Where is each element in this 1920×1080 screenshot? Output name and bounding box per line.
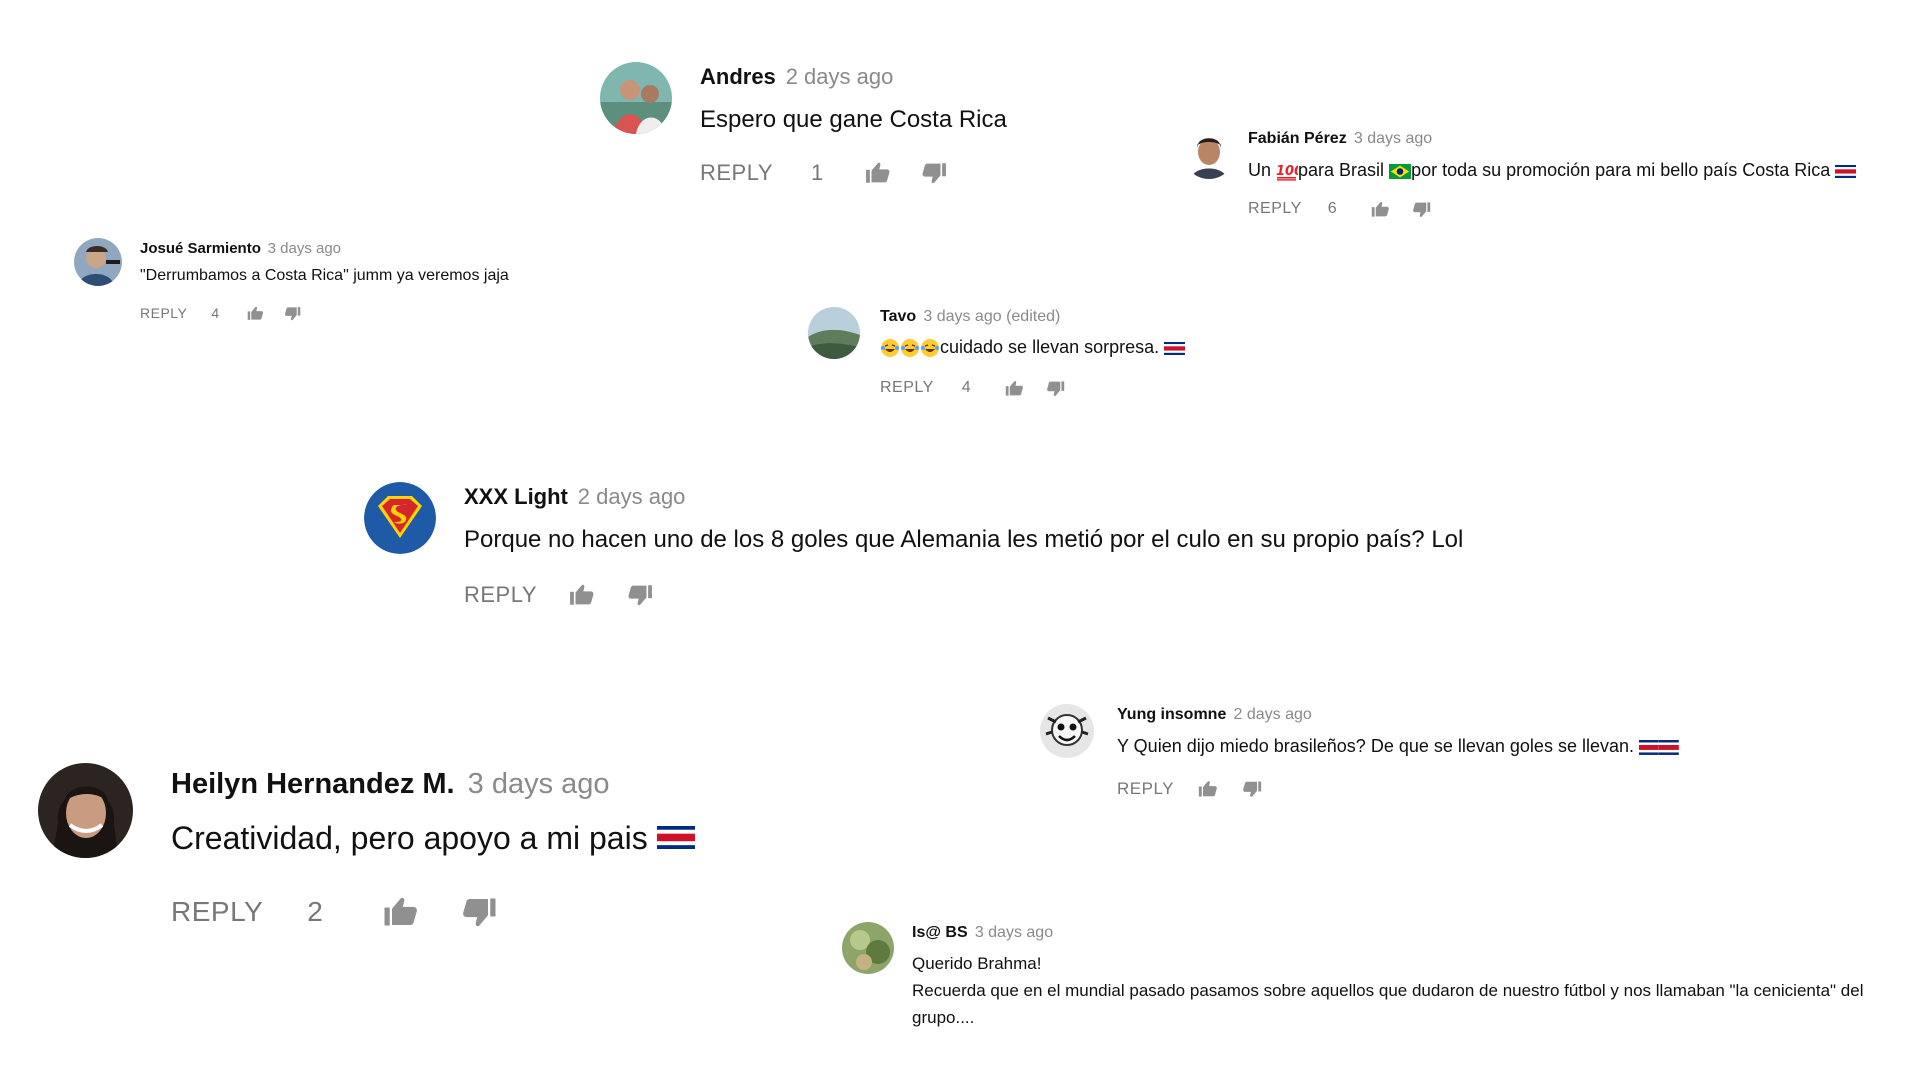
comment-text-part: Creatividad, pero apoyo a mi pais bbox=[171, 820, 657, 856]
reply-button[interactable]: REPLY bbox=[1117, 779, 1174, 799]
avatar[interactable] bbox=[842, 922, 894, 974]
thumbs-up-icon[interactable] bbox=[383, 894, 419, 930]
timestamp[interactable]: 3 days ago bbox=[975, 924, 1053, 941]
costa-rica-flag-icon bbox=[1835, 164, 1857, 178]
thumbs-down-icon[interactable] bbox=[1242, 779, 1262, 799]
comment-text: Y Quien dijo miedo brasileños? De que se… bbox=[1117, 736, 1679, 757]
reply-button[interactable]: REPLY bbox=[140, 305, 187, 321]
hundred-points-icon: 100 bbox=[1276, 161, 1298, 181]
comment-actions: REPLY 4 bbox=[880, 377, 1065, 399]
author-name-text[interactable]: Fabián Pérez bbox=[1248, 130, 1347, 147]
timestamp[interactable]: 2 days ago bbox=[786, 64, 894, 89]
laughing-tears-icon bbox=[880, 338, 940, 358]
comment-text-line-2: Recuerda que en el mundial pasado pasamo… bbox=[912, 981, 1864, 1028]
avatar[interactable] bbox=[808, 307, 860, 359]
timestamp[interactable]: 2 days ago bbox=[578, 484, 686, 509]
comment-text-line-1: Querido Brahma! bbox=[912, 954, 1042, 973]
comment-text: Espero que gane Costa Rica bbox=[700, 106, 1007, 133]
like-count: 6 bbox=[1327, 200, 1337, 217]
thumbs-down-icon[interactable] bbox=[1412, 200, 1431, 219]
thumbs-up-icon[interactable] bbox=[865, 160, 891, 186]
comment-text-part: por toda su promoción para mi bello país… bbox=[1411, 160, 1836, 180]
reply-button[interactable]: REPLY bbox=[464, 582, 537, 608]
comment-text-part: para Brasil bbox=[1298, 160, 1390, 180]
comment-text-part: Y Quien dijo miedo brasileños? De que se… bbox=[1117, 736, 1639, 756]
author-name[interactable]: Josué Sarmiento 3 days ago bbox=[140, 240, 341, 257]
reply-button[interactable]: REPLY bbox=[1248, 200, 1302, 218]
author-name[interactable]: Tavo 3 days ago (edited) bbox=[880, 308, 1060, 326]
reply-button[interactable]: REPLY bbox=[171, 896, 263, 928]
author-name[interactable]: Andres 2 days ago bbox=[700, 64, 893, 90]
like-count: 4 bbox=[211, 305, 220, 321]
author-name-text[interactable]: Yung insomne bbox=[1117, 706, 1226, 723]
avatar[interactable] bbox=[600, 62, 672, 134]
svg-text:100: 100 bbox=[1276, 164, 1298, 179]
comment-text: cuidado se llevan sorpresa. bbox=[880, 337, 1186, 358]
comment-actions: REPLY 1 bbox=[700, 158, 947, 188]
costa-rica-flag-icon bbox=[1638, 739, 1679, 755]
timestamp[interactable]: 3 days ago (edited) bbox=[923, 308, 1060, 325]
thumbs-down-icon[interactable] bbox=[627, 582, 653, 608]
author-name-text[interactable]: Josué Sarmiento bbox=[140, 240, 261, 257]
like-count: 1 bbox=[811, 160, 824, 185]
comment-text: Porque no hacen uno de los 8 goles que A… bbox=[464, 526, 1464, 553]
author-name[interactable]: Yung insomne 2 days ago bbox=[1117, 706, 1312, 724]
thumbs-down-icon[interactable] bbox=[461, 894, 497, 930]
comment-actions: REPLY bbox=[464, 580, 653, 610]
author-name[interactable]: Heilyn Hernandez M. 3 days ago bbox=[171, 768, 610, 801]
costa-rica-flag-icon bbox=[1164, 341, 1186, 355]
timestamp[interactable]: 3 days ago bbox=[1354, 130, 1432, 147]
thumbs-down-icon[interactable] bbox=[284, 305, 301, 322]
comment-actions: REPLY 6 bbox=[1248, 198, 1431, 220]
author-name-text[interactable]: Andres bbox=[700, 64, 776, 89]
avatar[interactable] bbox=[1183, 127, 1235, 179]
reply-button[interactable]: REPLY bbox=[880, 379, 934, 397]
timestamp[interactable]: 3 days ago bbox=[268, 240, 341, 257]
timestamp[interactable]: 2 days ago bbox=[1234, 706, 1312, 723]
comment-text: "Derrumbamos a Costa Rica" jumm ya verem… bbox=[140, 267, 509, 284]
avatar[interactable] bbox=[74, 238, 122, 286]
like-count: 4 bbox=[961, 379, 971, 396]
author-name[interactable]: Fabián Pérez 3 days ago bbox=[1248, 130, 1432, 148]
comment-actions: REPLY 4 bbox=[140, 303, 301, 323]
comment-text: Un 100para Brasil por toda su promoción … bbox=[1248, 160, 1857, 181]
costa-rica-flag-icon bbox=[656, 826, 695, 850]
comment-text-part: cuidado se llevan sorpresa. bbox=[940, 337, 1165, 357]
author-name[interactable]: Is@ BS 3 days ago bbox=[912, 924, 1053, 942]
author-name-text[interactable]: Heilyn Hernandez M. bbox=[171, 768, 455, 800]
author-name[interactable]: XXX Light 2 days ago bbox=[464, 484, 685, 510]
author-name-text[interactable]: Tavo bbox=[880, 308, 916, 325]
thumbs-down-icon[interactable] bbox=[921, 160, 947, 186]
avatar[interactable] bbox=[38, 763, 133, 858]
comment-actions: REPLY bbox=[1117, 778, 1262, 800]
author-name-text[interactable]: Is@ BS bbox=[912, 924, 968, 941]
thumbs-up-icon[interactable] bbox=[1005, 379, 1024, 398]
comment-actions: REPLY 2 bbox=[171, 894, 497, 930]
brazil-flag-icon bbox=[1389, 163, 1412, 179]
thumbs-down-icon[interactable] bbox=[1046, 379, 1065, 398]
thumbs-up-icon[interactable] bbox=[569, 582, 595, 608]
reply-button[interactable]: REPLY bbox=[700, 160, 773, 186]
timestamp[interactable]: 3 days ago bbox=[468, 768, 610, 800]
comment-text-part: Un bbox=[1248, 160, 1277, 180]
thumbs-up-icon[interactable] bbox=[247, 305, 264, 322]
like-count: 2 bbox=[307, 896, 323, 927]
avatar[interactable] bbox=[1040, 704, 1094, 758]
superman-shield-icon[interactable] bbox=[364, 482, 436, 554]
thumbs-up-icon[interactable] bbox=[1371, 200, 1390, 219]
thumbs-up-icon[interactable] bbox=[1198, 779, 1218, 799]
comment-text: Creatividad, pero apoyo a mi pais bbox=[171, 820, 695, 857]
author-name-text[interactable]: XXX Light bbox=[464, 484, 568, 509]
